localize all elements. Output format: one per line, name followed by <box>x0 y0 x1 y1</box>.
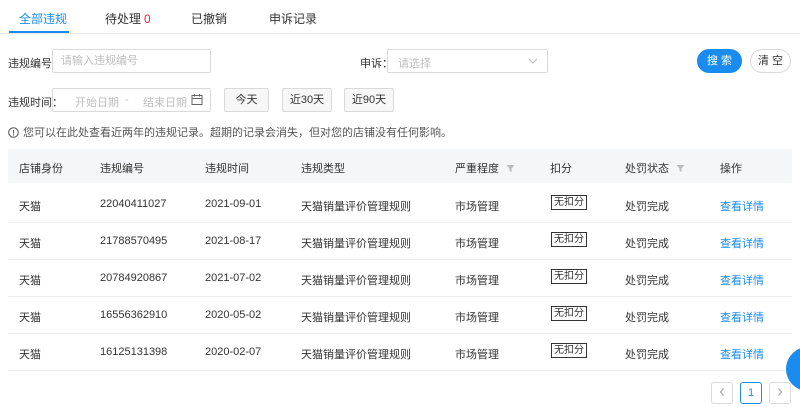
tab-pending[interactable]: 待处理 0 <box>105 10 151 27</box>
deduction-tag: 无扣分 <box>551 306 587 321</box>
end-date-placeholder: 结束日期 <box>143 97 187 109</box>
deduction-tag: 无扣分 <box>551 269 587 284</box>
cell-penalty-status: 处罚完成 <box>625 312 669 324</box>
cell-severity: 市场管理 <box>455 312 499 324</box>
col-deduction: 扣分 <box>550 163 572 175</box>
filter-icon[interactable] <box>676 164 685 176</box>
date-range-picker[interactable]: 开始日期 - 结束日期 <box>52 88 211 112</box>
tab-all-violations[interactable]: 全部违规 <box>19 10 67 27</box>
active-tab-indicator <box>9 31 69 33</box>
cell-violation-no: 16125131398 <box>100 346 168 358</box>
view-details-link[interactable]: 查看详情 <box>720 198 764 214</box>
cell-violation-time: 2020-02-07 <box>205 346 262 358</box>
col-penalty-status[interactable]: 处罚状态 <box>625 160 685 176</box>
tab-revoked[interactable]: 已撤销 <box>191 10 227 27</box>
date-range-separator: - <box>125 94 129 106</box>
cell-violation-type: 天猫销量评价管理规则 <box>301 312 411 324</box>
quick-90-days-button[interactable]: 近90天 <box>344 88 394 112</box>
cell-shop-identity: 天猫 <box>19 275 41 287</box>
table-row: 天猫 16125131398 2020-02-07 天猫销量评价管理规则 市场管理 无扣分… <box>8 333 792 371</box>
deduction-tag: 无扣分 <box>551 343 587 358</box>
violation-no-input[interactable] <box>52 49 211 73</box>
chevron-right-icon <box>776 387 784 399</box>
chevron-left-icon <box>718 387 726 399</box>
col-violation-time: 违规时间 <box>205 163 249 175</box>
cell-violation-no: 20784920867 <box>100 272 168 284</box>
cell-violation-no: 22040411027 <box>100 198 167 210</box>
quick-today-button[interactable]: 今天 <box>224 88 269 112</box>
cell-shop-identity: 天猫 <box>19 349 41 361</box>
col-violation-type: 违规类型 <box>301 163 345 175</box>
table-header: 店铺身份 违规编号 违规时间 违规类型 严重程度 扣分 处罚状态 操作 <box>8 149 792 183</box>
page-1-button[interactable]: 1 <box>740 382 762 404</box>
view-details-link[interactable]: 查看详情 <box>720 235 764 251</box>
cell-penalty-status: 处罚完成 <box>625 201 669 213</box>
tab-appeal-records[interactable]: 申诉记录 <box>269 10 317 27</box>
cell-violation-type: 天猫销量评价管理规则 <box>301 201 411 213</box>
tab-bar: 全部违规 待处理 0 已撤销 申诉记录 <box>0 0 800 34</box>
table-row: 天猫 16556362910 2020-05-02 天猫销量评价管理规则 市场管理 无扣分… <box>8 296 792 334</box>
pending-count-badge: 0 <box>144 12 151 26</box>
view-details-link[interactable]: 查看详情 <box>720 346 764 362</box>
retention-notice: 您可以在此处查看近两年的违规记录。超期的记录会消失，但对您的店铺没有任何影响。 <box>8 124 452 141</box>
col-severity[interactable]: 严重程度 <box>455 160 515 176</box>
cell-penalty-status: 处罚完成 <box>625 349 669 361</box>
chevron-down-icon <box>527 54 539 71</box>
col-shop-identity: 店铺身份 <box>19 163 63 175</box>
cell-severity: 市场管理 <box>455 349 499 361</box>
tab-pending-label: 待处理 <box>105 12 142 26</box>
cell-violation-time: 2021-07-02 <box>205 272 262 284</box>
cell-violation-type: 天猫销量评价管理规则 <box>301 275 411 287</box>
cell-penalty-status: 处罚完成 <box>625 238 669 250</box>
col-actions: 操作 <box>720 163 742 175</box>
cell-violation-time: 2020-05-02 <box>205 309 262 321</box>
cell-severity: 市场管理 <box>455 201 499 213</box>
table-row: 天猫 22040411027 2021-09-01 天猫销量评价管理规则 市场管理 无扣分… <box>8 185 792 223</box>
search-button[interactable]: 搜 索 <box>697 49 742 73</box>
cell-violation-type: 天猫销量评价管理规则 <box>301 238 411 250</box>
cell-shop-identity: 天猫 <box>19 238 41 250</box>
cell-severity: 市场管理 <box>455 275 499 287</box>
table-row: 天猫 21788570495 2021-08-17 天猫销量评价管理规则 市场管理 无扣分… <box>8 222 792 260</box>
table-row: 天猫 20784920867 2021-07-02 天猫销量评价管理规则 市场管理 无扣分… <box>8 259 792 297</box>
deduction-tag: 无扣分 <box>551 195 587 210</box>
start-date-placeholder: 开始日期 <box>75 97 119 109</box>
cell-violation-no: 21788570495 <box>100 235 168 247</box>
cell-shop-identity: 天猫 <box>19 312 41 324</box>
cell-violation-time: 2021-09-01 <box>205 198 262 210</box>
appeal-select-placeholder: 请选择 <box>398 58 431 70</box>
quick-30-days-button[interactable]: 近30天 <box>282 88 332 112</box>
cell-severity: 市场管理 <box>455 238 499 250</box>
filter-icon[interactable] <box>506 164 515 176</box>
clear-button[interactable]: 清 空 <box>750 49 791 73</box>
col-severity-label: 严重程度 <box>455 163 499 175</box>
cell-violation-no: 16556362910 <box>100 309 168 321</box>
next-page-button[interactable] <box>769 382 791 404</box>
deduction-tag: 无扣分 <box>551 232 587 247</box>
retention-notice-text: 您可以在此处查看近两年的违规记录。超期的记录会消失，但对您的店铺没有任何影响。 <box>23 127 452 139</box>
cell-violation-time: 2021-08-17 <box>205 235 262 247</box>
info-icon <box>8 127 19 141</box>
appeal-select[interactable]: 请选择 <box>387 49 548 73</box>
view-details-link[interactable]: 查看详情 <box>720 309 764 325</box>
prev-page-button[interactable] <box>711 382 733 404</box>
cell-shop-identity: 天猫 <box>19 201 41 213</box>
col-violation-no: 违规编号 <box>100 163 144 175</box>
cell-violation-type: 天猫销量评价管理规则 <box>301 349 411 361</box>
cell-penalty-status: 处罚完成 <box>625 275 669 287</box>
calendar-icon <box>191 93 203 109</box>
view-details-link[interactable]: 查看详情 <box>720 272 764 288</box>
col-penalty-status-label: 处罚状态 <box>625 163 669 175</box>
